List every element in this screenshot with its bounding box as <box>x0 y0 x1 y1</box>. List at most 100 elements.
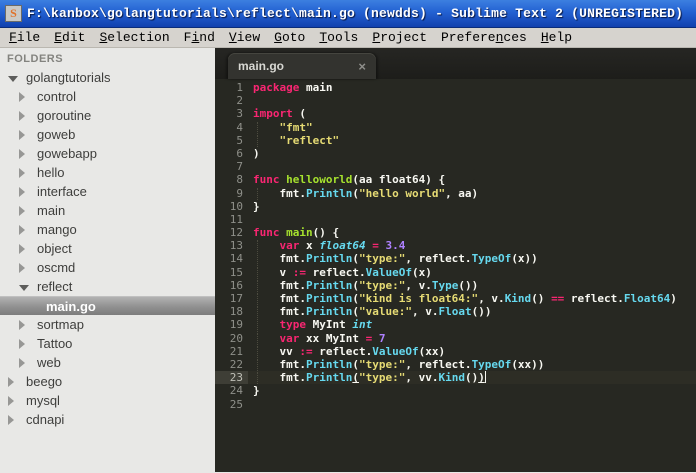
code-line-21[interactable]: 21 vv := reflect.ValueOf(xx) <box>215 344 696 359</box>
code-text: "reflect" <box>248 134 339 148</box>
sidebar-item-label: oscmd <box>37 260 76 275</box>
code-line-15[interactable]: 15 v := reflect.ValueOf(x) <box>215 265 696 280</box>
menu-item-project[interactable]: Project <box>365 30 434 45</box>
menu-bar: File Edit Selection Find View Goto Tools Projec… <box>0 28 696 48</box>
line-number: 14 <box>229 252 243 266</box>
code-line-24[interactable]: 24} <box>215 384 696 397</box>
code-line-5[interactable]: 5 "reflect" <box>215 134 696 148</box>
code-text: } <box>253 384 260 398</box>
menu-item-selection[interactable]: Selection <box>92 30 176 45</box>
code-line-12[interactable]: 12 func main() { <box>215 226 696 239</box>
sidebar-item-main-go[interactable]: main.go <box>0 296 215 315</box>
line-number: 22 <box>229 357 243 371</box>
code-line-7[interactable]: 7 <box>215 160 696 173</box>
menu-item-find[interactable]: Find <box>177 30 222 45</box>
editor-pane: main.go × 1 package main 2 3 import (4 "fmt"… <box>215 48 696 472</box>
menu-item-file[interactable]: File <box>2 30 47 45</box>
code-line-17[interactable]: 17 fmt.Println("kind is float64:", v.Kin… <box>215 292 696 306</box>
code-text: v := reflect.ValueOf(x) <box>248 266 432 280</box>
sidebar-item-web[interactable]: web <box>0 353 215 372</box>
code-line-6[interactable]: 6) <box>215 147 696 160</box>
code-line-25[interactable]: 25 <box>215 398 696 411</box>
code-text: fmt.Println("type:", v.Type()) <box>248 279 478 293</box>
sidebar-item-tattoo[interactable]: Tattoo <box>0 334 215 353</box>
line-number: 11 <box>229 212 243 226</box>
line-number: 23 <box>215 371 248 385</box>
code-text: ) <box>253 146 260 160</box>
line-number: 9 <box>236 186 243 200</box>
code-text: package main <box>253 81 333 94</box>
sidebar-item-oscmd[interactable]: oscmd <box>0 258 215 277</box>
sidebar-item-hello[interactable]: hello <box>0 163 215 182</box>
code-line-10[interactable]: 10} <box>215 200 696 213</box>
code-text: var x float64 = 3.4 <box>248 239 405 253</box>
code-text: func main() { <box>253 226 340 240</box>
line-number: 15 <box>229 265 243 279</box>
code-line-16[interactable]: 16 fmt.Println("type:", v.Type()) <box>215 279 696 293</box>
code-line-18[interactable]: 18 fmt.Println("value:", v.Float()) <box>215 305 696 319</box>
menu-item-edit[interactable]: Edit <box>47 30 92 45</box>
code-text: var xx MyInt = 7 <box>248 332 385 345</box>
line-number: 17 <box>229 292 243 305</box>
sidebar-item-object[interactable]: object <box>0 239 215 258</box>
sidebar-item-label: main.go <box>46 298 96 314</box>
menu-item-help[interactable]: Help <box>534 30 579 45</box>
sidebar-item-interface[interactable]: interface <box>0 182 215 201</box>
code-line-3[interactable]: 3 import ( <box>215 107 696 120</box>
code-text: import ( <box>253 107 306 121</box>
sidebar-item-golangtutorials[interactable]: golangtutorials <box>0 68 215 87</box>
sidebar-item-label: gowebapp <box>37 146 97 161</box>
sidebar-item-label: Tattoo <box>37 336 73 351</box>
code-line-9[interactable]: 9 fmt.Println("hello world", aa) <box>215 187 696 200</box>
sidebar-item-reflect[interactable]: reflect <box>0 277 215 296</box>
code-editor[interactable]: 1 package main 2 3 import (4 "fmt" 5 "reflect… <box>215 79 696 472</box>
sidebar-item-label: object <box>37 241 72 256</box>
code-line-20[interactable]: 20 var xx MyInt = 7 <box>215 332 696 345</box>
sidebar-item-goweb[interactable]: goweb <box>0 125 215 144</box>
code-line-8[interactable]: 8 func helloworld(aa float64) { <box>215 173 696 186</box>
code-line-11[interactable]: 11 <box>215 213 696 226</box>
code-line-4[interactable]: 4 "fmt" <box>215 121 696 134</box>
line-number: 20 <box>229 331 243 345</box>
sidebar-item-mysql[interactable]: mysql <box>0 391 215 410</box>
menu-item-preferences[interactable]: Preferences <box>434 30 534 45</box>
code-line-14[interactable]: 14 fmt.Println("type:", reflect.TypeOf(x… <box>215 252 696 266</box>
menu-item-goto[interactable]: Goto <box>267 30 312 45</box>
sidebar-item-gowebapp[interactable]: gowebapp <box>0 144 215 163</box>
code-line-1[interactable]: 1 package main <box>215 81 696 94</box>
line-number: 21 <box>229 344 243 358</box>
tab-main-go[interactable]: main.go × <box>228 53 376 79</box>
code-line-22[interactable]: 22 fmt.Println("type:", reflect.TypeOf(x… <box>215 357 696 372</box>
menu-item-tools[interactable]: Tools <box>312 30 365 45</box>
sublime-app-icon: S <box>5 5 22 22</box>
code-line-2[interactable]: 2 <box>215 94 696 107</box>
menu-item-view[interactable]: View <box>222 30 267 45</box>
code-text: vv := reflect.ValueOf(xx) <box>248 345 445 359</box>
sidebar-item-beego[interactable]: beego <box>0 372 215 391</box>
window-title: F:\kanbox\golangtutorials\reflect\main.g… <box>27 6 684 21</box>
sidebar-item-label: goweb <box>37 127 76 142</box>
line-number: 25 <box>229 397 243 411</box>
code-line-19[interactable]: 19 type MyInt int <box>215 318 696 332</box>
code-text: "fmt" <box>248 121 313 134</box>
sidebar-item-main[interactable]: main <box>0 201 215 220</box>
code-text: fmt.Println("hello world", aa) <box>248 187 478 200</box>
tab-close-icon[interactable]: × <box>358 59 366 74</box>
sidebar-item-control[interactable]: control <box>0 87 215 106</box>
sidebar-item-cdnapi[interactable]: cdnapi <box>0 410 215 429</box>
line-number: 2 <box>236 94 243 108</box>
code-text: fmt.Println("type:", reflect.TypeOf(xx)) <box>248 358 544 372</box>
sidebar-item-mango[interactable]: mango <box>0 220 215 239</box>
sidebar-item-label: main <box>37 203 66 218</box>
code-line-13[interactable]: 13 var x float64 = 3.4 <box>215 239 696 253</box>
sidebar-item-sortmap[interactable]: sortmap <box>0 315 215 334</box>
sidebar-item-goroutine[interactable]: goroutine <box>0 106 215 125</box>
sidebar-item-label: hello <box>37 165 65 180</box>
code-text: fmt.Println("type:", vv.Kind()) <box>248 371 696 385</box>
sidebar-item-label: web <box>37 355 61 370</box>
code-text: fmt.Println("value:", v.Float()) <box>248 305 491 319</box>
code-line-23[interactable]: 23 fmt.Println("type:", vv.Kind()) <box>215 371 696 385</box>
main-area: FOLDERS golangtutorials control goroutine g… <box>0 48 696 472</box>
